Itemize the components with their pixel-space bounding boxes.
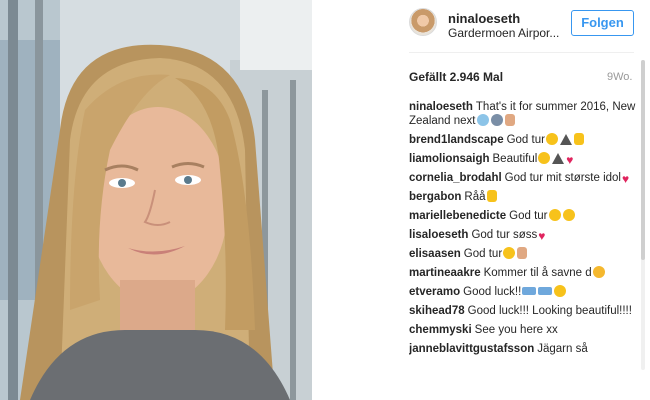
comment-item: liamolionsaigh Beautiful ♥ [409,152,639,166]
comment-text: Good luck!! [463,286,522,298]
likes-count[interactable]: Gefällt 2.946 Mal [409,70,503,84]
snow-emoji-icon [476,114,489,126]
comment-username[interactable]: elisaasen [409,248,461,260]
author-username[interactable]: ninaloeseth [448,11,520,26]
post-sidebar: ninaloeseth Gardermoen Airpor... Folgen … [312,0,650,400]
mountain-emoji-icon [552,153,565,164]
yellow-emoji-icon [503,247,516,259]
divider [409,52,634,53]
comment-text: Beautiful [492,153,538,165]
ski-emoji-icon [522,287,537,295]
selfie-image [0,0,312,400]
post-photo[interactable] [0,0,312,400]
heart-emoji-icon: ♥ [538,229,546,243]
follow-button[interactable]: Folgen [571,10,634,36]
location-link[interactable]: Gardermoen Airpor... [448,26,559,40]
heart-emoji-icon: ♥ [566,153,574,167]
comment-item: lisaloeseth God tur søss♥ [409,228,639,242]
yellow-emoji-icon [538,152,551,164]
comment-item: martineaakre Kommer til å savne d [409,266,639,280]
comment-username[interactable]: cornelia_brodahl [409,172,502,184]
comment-username[interactable]: chemmyski [409,324,472,336]
comment-text: Råå [464,191,486,203]
comment-username[interactable]: liamolionsaigh [409,153,490,165]
comment-item: ninaloeseth That's it for summer 2016, Ne… [409,100,639,128]
comment-text: God tur mit største idol [504,172,621,184]
comment-list: ninaloeseth That's it for summer 2016, Ne… [409,100,639,400]
sad-emoji-icon [592,266,605,278]
comment-item: janneblavittgustafsson Jägarn så [409,342,639,356]
comment-username[interactable]: janneblavittgustafsson [409,343,534,355]
comment-username[interactable]: skihead78 [409,305,465,317]
heart-emoji-icon: ♥ [621,172,630,186]
comment-item: mariellebenedicte God tur [409,209,639,223]
thumb-emoji-icon [486,190,497,202]
comment-text: God tur [509,210,548,222]
yellow-emoji-icon [554,285,567,297]
comment-item: brend1landscape God tur [409,133,639,147]
yellow-emoji-icon [562,209,575,221]
comment-text: Kommer til å savne d [483,267,592,279]
comment-item: cornelia_brodahl God tur mit største idol… [409,171,639,185]
comment-username[interactable]: brend1landscape [409,134,504,146]
comment-text: God tur søss [471,229,538,241]
post-header: ninaloeseth Gardermoen Airpor... Folgen [312,0,650,52]
comment-text: Good luck!!! Looking beautiful!!!! [467,305,632,317]
hand-emoji-icon [504,114,515,126]
comment-username[interactable]: ninaloeseth [409,101,473,113]
scrollbar[interactable] [641,60,645,370]
mountain-emoji-icon [559,134,572,145]
comment-item: skihead78 Good luck!!! Looking beautiful!… [409,304,639,318]
scrollbar-thumb[interactable] [641,60,645,260]
ski-emoji-icon [538,287,553,295]
yellow-emoji-icon [548,209,561,221]
comment-text: See you here xx [474,324,558,336]
post-age[interactable]: 9Wo. [607,71,632,83]
comment-username[interactable]: mariellebenedicte [409,210,506,222]
comment-item: chemmyski See you here xx [409,323,639,337]
avatar[interactable] [409,8,437,36]
comment-item: bergabon Råå [409,190,639,204]
comment-item: elisaasen God tur [409,247,639,261]
comment-text: God tur [463,248,503,260]
comment-text: God tur [506,134,545,146]
comment-username[interactable]: etveramo [409,286,460,298]
comment-username[interactable]: bergabon [409,191,461,203]
comment-username[interactable]: martineaakre [409,267,481,279]
hand-emoji-icon [517,247,528,259]
comment-item: etveramo Good luck!! [409,285,639,299]
comment-username[interactable]: lisaloeseth [409,229,468,241]
thumb-emoji-icon [573,133,584,145]
yellow-emoji-icon [545,133,558,145]
face-emoji-icon [490,114,503,126]
comment-text: Jägarn så [537,343,588,355]
